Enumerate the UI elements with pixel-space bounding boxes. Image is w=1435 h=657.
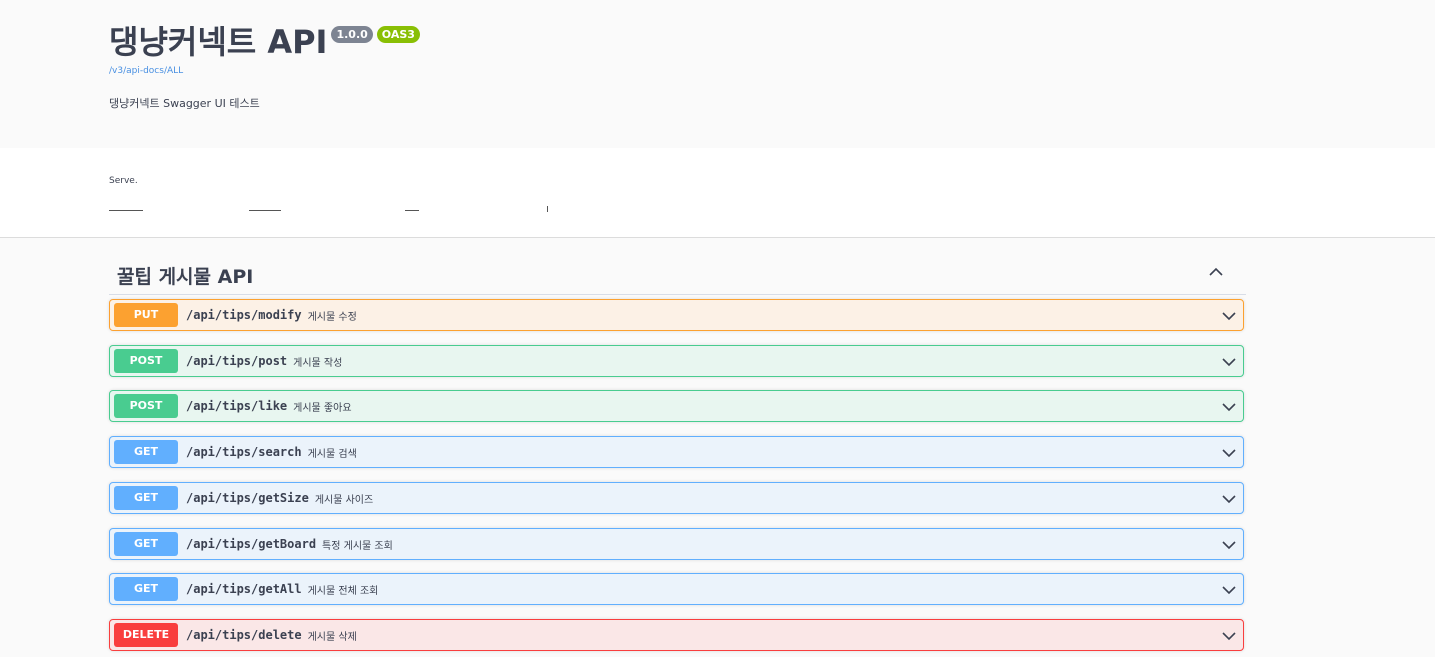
spec-url-link[interactable]: /v3/api-docs/ALL xyxy=(109,66,183,76)
operation-summary: 게시물 수정 xyxy=(307,311,357,323)
chevron-down-icon[interactable] xyxy=(1221,445,1237,461)
method-badge: PUT xyxy=(114,303,178,327)
oas-badge: OAS3 xyxy=(376,26,420,43)
method-badge: GET xyxy=(114,577,178,601)
api-title: 댕냥커넥트 API xyxy=(109,23,328,61)
tag-title: 꿀팁 게시물 API xyxy=(117,266,254,288)
title-row: 댕냥커넥트 API 1.0.0 OAS3 xyxy=(109,22,420,62)
operation-path: /api/tips/like xyxy=(186,399,288,413)
chevron-down-icon[interactable] xyxy=(1221,399,1237,415)
operation-summary: 게시물 사이즈 xyxy=(314,494,374,506)
operation-row[interactable]: PUT/api/tips/modify 게시물 수정 xyxy=(109,299,1244,331)
operation-summary: 특정 게시물 조회 xyxy=(322,540,393,552)
operation-summary: 게시물 좋아요 xyxy=(293,402,352,414)
operation-row[interactable]: DELETE/api/tips/delete 게시물 삭제 xyxy=(109,619,1244,651)
chevron-down-icon[interactable] xyxy=(1221,308,1237,324)
operation-row[interactable]: POST/api/tips/post 게시물 작성 xyxy=(109,345,1244,377)
method-badge: POST xyxy=(114,394,178,418)
chevron-down-icon[interactable] xyxy=(1221,582,1237,598)
operation-path: /api/tips/modify xyxy=(186,308,302,322)
chevron-down-icon[interactable] xyxy=(1221,628,1237,644)
operation-summary: 게시물 삭제 xyxy=(307,631,357,643)
operation-summary: 게시물 전체 조회 xyxy=(307,585,379,597)
operation-row[interactable]: GET/api/tips/search 게시물 검색 xyxy=(109,436,1244,468)
operation-summary: 게시물 검색 xyxy=(307,448,357,460)
servers-label: Serve. xyxy=(109,176,138,186)
info-section: 댕냥커넥트 API 1.0.0 OAS3 /v3/api-docs/ALL 댕냥… xyxy=(0,0,1435,148)
tag-section[interactable]: 꿀팁 게시물 API xyxy=(109,248,1246,295)
servers-select[interactable] xyxy=(109,206,549,212)
operation-row[interactable]: POST/api/tips/like 게시물 좋아요 xyxy=(109,390,1244,422)
operation-summary: 게시물 작성 xyxy=(293,357,343,369)
operation-path: /api/tips/getSize xyxy=(186,491,309,505)
chevron-down-icon[interactable] xyxy=(1221,491,1237,507)
method-badge: POST xyxy=(114,349,178,373)
operation-row[interactable]: GET/api/tips/getSize 게시물 사이즈 xyxy=(109,482,1244,514)
operation-row[interactable]: GET/api/tips/getAll 게시물 전체 조회 xyxy=(109,573,1244,605)
operation-row[interactable]: GET/api/tips/getBoard 특정 게시물 조회 xyxy=(109,528,1244,560)
operation-path: /api/tips/getAll xyxy=(186,582,302,596)
method-badge: GET xyxy=(114,532,178,556)
api-description: 댕냥커넥트 Swagger UI 테스트 xyxy=(109,97,260,110)
method-badge: DELETE xyxy=(114,623,178,647)
method-badge: GET xyxy=(114,440,178,464)
servers-section: Serve. xyxy=(0,148,1435,238)
method-badge: GET xyxy=(114,486,178,510)
chevron-down-icon[interactable] xyxy=(1221,537,1237,553)
chevron-up-icon[interactable] xyxy=(1208,264,1224,280)
version-badge: 1.0.0 xyxy=(331,26,373,43)
operation-path: /api/tips/post xyxy=(186,354,288,368)
chevron-down-icon[interactable] xyxy=(1221,354,1237,370)
operation-path: /api/tips/delete xyxy=(186,628,302,642)
operation-path: /api/tips/getBoard xyxy=(186,537,317,551)
operation-path: /api/tips/search xyxy=(186,445,302,459)
